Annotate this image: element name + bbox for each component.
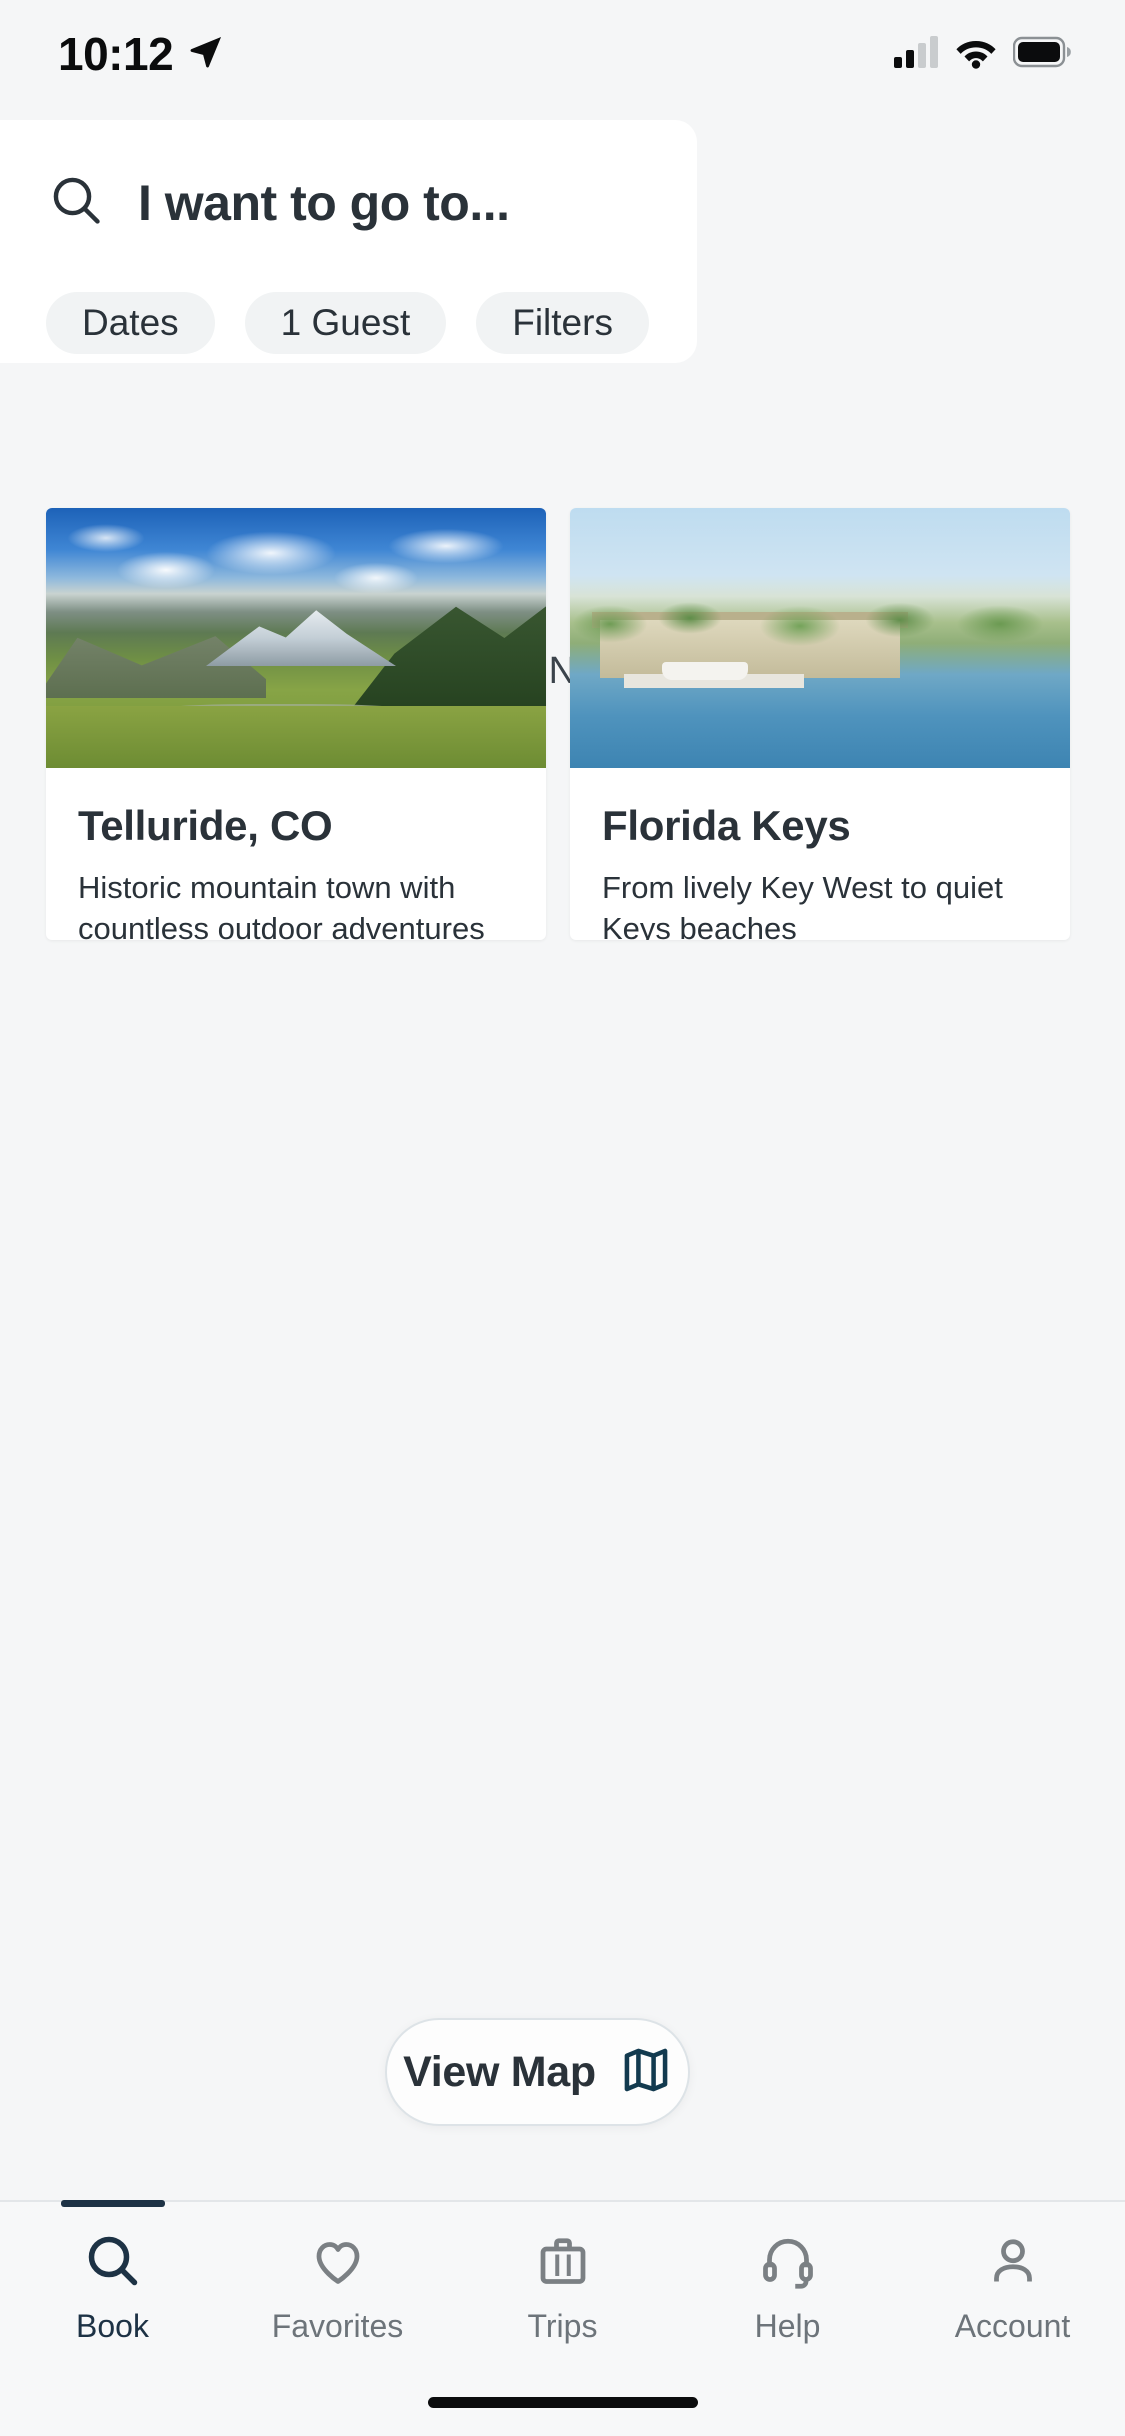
status-bar: 10:12 [0,0,1125,108]
home-indicator [427,2397,698,2408]
nav-item-help[interactable]: Help [675,2202,900,2362]
view-map-button[interactable]: View Map [385,2018,690,2126]
active-tab-indicator [60,2200,165,2207]
destination-card-description: Historic mountain town with countless ou… [78,870,485,940]
nav-item-account-label: Account [954,2308,1071,2344]
heart-icon [308,2228,368,2294]
status-bar-time: 10:12 [58,28,174,80]
wifi-icon [954,35,998,74]
suitcase-icon [533,2228,593,2294]
search-icon [83,2228,143,2294]
status-bar-left: 10:12 [58,27,225,81]
location-arrow-icon [187,33,225,76]
nav-item-help-label: Help [754,2308,821,2344]
keys-waterfront-photo [570,508,1070,768]
trending-carousel[interactable]: Telluride, CO Historic mountain town wit… [0,508,1125,940]
nav-item-favorites[interactable]: Favorites [225,2202,450,2362]
destination-card-title: Florida Keys [602,802,851,849]
chip-filters-label: Filters [512,302,613,343]
destination-card-title: Telluride, CO [78,802,333,849]
chip-guests[interactable]: 1 Guest [244,292,447,354]
chip-filters[interactable]: Filters [476,292,649,354]
nav-item-book[interactable]: Book [0,2200,225,2362]
nav-item-trips[interactable]: Trips [450,2202,675,2362]
search-card: I want to go to... Dates 1 Guest Filters [0,120,697,363]
map-icon [620,2044,672,2101]
destination-card[interactable]: Florida Keys From lively Key West to qui… [570,508,1070,940]
cellular-signal-icon [893,35,939,74]
search-icon [48,172,104,233]
search-input-row[interactable]: I want to go to... [48,172,510,233]
destination-card[interactable]: Telluride, CO Historic mountain town wit… [46,508,546,940]
chip-guests-label: 1 Guest [280,302,411,343]
app-screen: 10:12 I want to go to... Dates 1 Guest F… [0,0,1125,2436]
person-icon [983,2228,1043,2294]
view-map-label: View Map [403,2047,596,2096]
nav-item-account[interactable]: Account [900,2202,1125,2362]
destination-card-body: Telluride, CO Historic mountain town wit… [46,768,546,940]
chip-dates[interactable]: Dates [46,292,215,354]
destination-card-body: Florida Keys From lively Key West to qui… [570,768,1070,940]
nav-item-trips-label: Trips [527,2308,598,2344]
mountain-valley-photo [46,508,546,768]
destination-card-description: From lively Key West to quiet Keys beach… [602,870,1003,940]
nav-item-favorites-label: Favorites [271,2308,404,2344]
status-bar-right [893,35,1073,74]
chip-dates-label: Dates [82,302,179,343]
search-filter-chips: Dates 1 Guest Filters [46,292,649,354]
nav-item-book-label: Book [76,2308,149,2344]
search-input[interactable]: I want to go to... [138,174,510,232]
battery-icon [1012,36,1073,73]
headset-icon [758,2228,818,2294]
